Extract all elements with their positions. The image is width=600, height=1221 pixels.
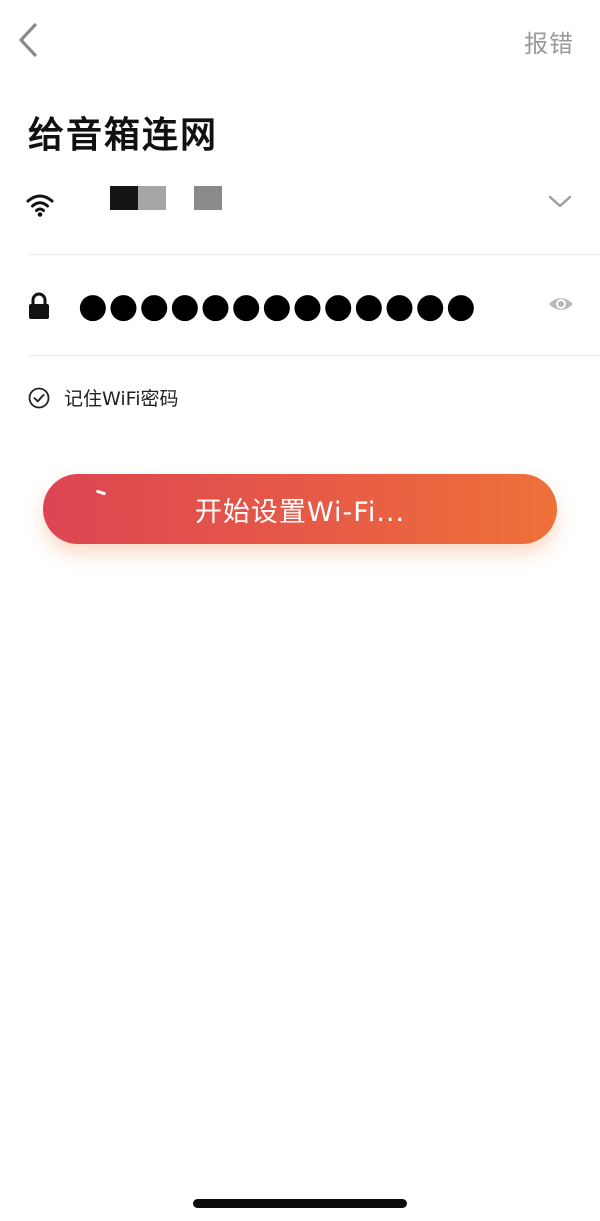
page-title: 给音箱连网 xyxy=(28,115,219,156)
remember-password-checkbox[interactable]: 记住WiFi密码 xyxy=(28,384,178,411)
check-circle-icon xyxy=(28,387,50,408)
start-wifi-setup-label: 开始设置Wi-Fi... xyxy=(194,496,406,528)
back-button[interactable] xyxy=(6,16,50,64)
wifi-icon xyxy=(26,194,54,217)
start-wifi-setup-button[interactable]: 开始设置Wi-Fi... xyxy=(43,474,557,544)
remember-password-label: 记住WiFi密码 xyxy=(64,388,179,410)
chevron-left-icon xyxy=(19,23,37,57)
password-row xyxy=(0,256,600,354)
wifi-ssid-obscured xyxy=(110,186,222,210)
lock-icon xyxy=(29,292,49,319)
divider xyxy=(28,254,600,255)
wifi-network-selector[interactable] xyxy=(0,166,600,254)
home-indicator[interactable] xyxy=(193,1199,407,1208)
divider xyxy=(28,355,600,356)
password-input[interactable] xyxy=(78,286,518,326)
eye-icon[interactable] xyxy=(548,294,574,314)
report-error-button[interactable]: 报错 xyxy=(524,24,574,59)
chevron-down-icon[interactable] xyxy=(548,194,572,210)
